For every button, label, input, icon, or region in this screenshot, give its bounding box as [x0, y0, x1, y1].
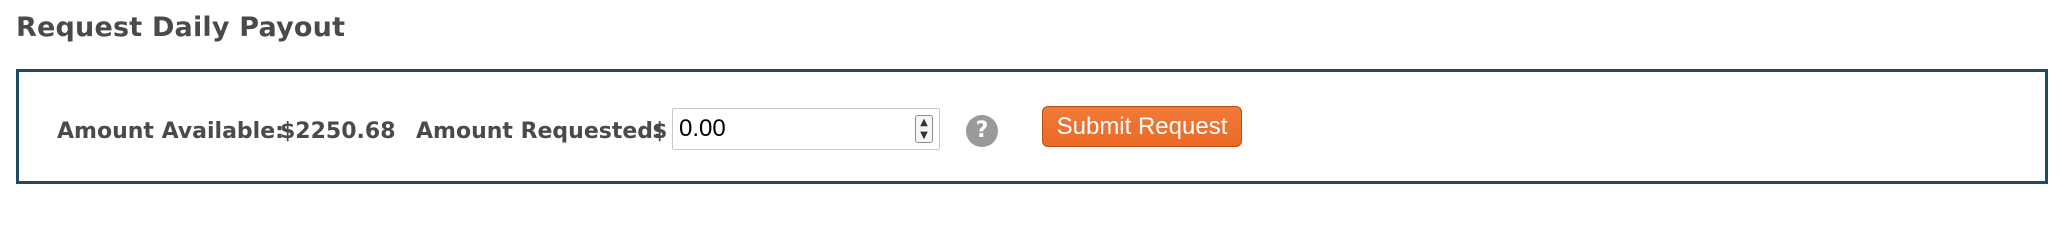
submit-request-button[interactable]: Submit Request [1042, 106, 1242, 147]
amount-requested-input[interactable] [673, 109, 903, 149]
currency-symbol: $ [652, 119, 668, 144]
stepper-down-icon[interactable]: ▼ [916, 129, 932, 142]
amount-requested-label: Amount Requested: [416, 119, 662, 144]
page-title: Request Daily Payout [16, 12, 346, 43]
amount-available-value: $2250.68 [280, 119, 396, 144]
payout-panel: Amount Available: $2250.68 Amount Reques… [16, 69, 2048, 184]
payout-form-row: Amount Available: $2250.68 Amount Reques… [19, 72, 2045, 181]
help-icon[interactable]: ? [966, 115, 998, 147]
amount-stepper[interactable]: ▲ ▼ [915, 115, 933, 143]
amount-available-label: Amount Available: [57, 119, 284, 144]
amount-requested-field[interactable]: ▲ ▼ [672, 108, 940, 150]
stepper-up-icon[interactable]: ▲ [916, 116, 932, 129]
